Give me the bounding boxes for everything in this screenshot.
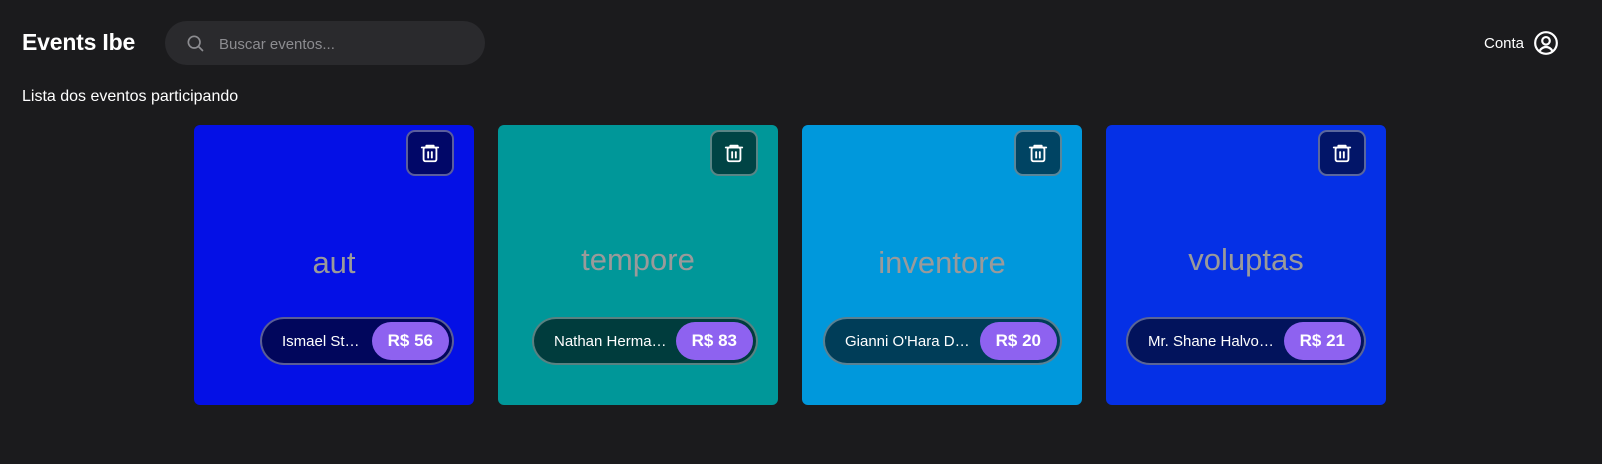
trash-icon	[420, 144, 440, 163]
organizer-name: Gianni O'Hara DVM	[845, 332, 971, 350]
organizer-name: Ismael Stehr	[282, 332, 363, 350]
event-card[interactable]: tempore Nathan Hermann R$ 83	[498, 125, 778, 405]
event-card[interactable]: aut Ismael Stehr R$ 56	[194, 125, 474, 405]
user-circle-icon	[1534, 31, 1558, 55]
event-title: tempore	[581, 242, 695, 277]
organizer-name: Mr. Shane Halvor...	[1148, 332, 1275, 350]
price-badge: R$ 83	[675, 322, 753, 360]
trash-icon	[1028, 144, 1048, 163]
event-organizer-pill: Mr. Shane Halvor... R$ 21	[1126, 317, 1366, 365]
account-button[interactable]: Conta	[1484, 30, 1559, 56]
delete-event-button[interactable]	[406, 130, 454, 176]
delete-event-button[interactable]	[1014, 130, 1062, 176]
account-label: Conta	[1484, 34, 1525, 52]
trash-icon	[1332, 144, 1352, 163]
organizer-name: Nathan Hermann	[554, 332, 667, 350]
price-badge: R$ 21	[1283, 322, 1361, 360]
event-card-list: aut Ismael Stehr R$ 56 tempore Nathan He…	[194, 125, 1386, 405]
event-title: aut	[312, 245, 356, 280]
price-badge: R$ 20	[979, 322, 1057, 360]
page-subtitle: Lista dos eventos participando	[22, 88, 239, 105]
event-organizer-pill: Nathan Hermann R$ 83	[532, 317, 758, 365]
event-organizer-pill: Gianni O'Hara DVM R$ 20	[823, 317, 1062, 365]
event-organizer-pill: Ismael Stehr R$ 56	[260, 317, 454, 365]
top-bar: Events Ibe Conta	[0, 0, 1602, 86]
search-input[interactable]	[217, 21, 471, 67]
event-card[interactable]: inventore Gianni O'Hara DVM R$ 20	[802, 125, 1082, 405]
search-icon	[187, 35, 204, 52]
delete-event-button[interactable]	[1318, 130, 1366, 176]
trash-icon	[724, 144, 744, 163]
app-title[interactable]: Events Ibe	[22, 26, 135, 58]
search-bar[interactable]	[165, 21, 485, 67]
price-badge: R$ 56	[371, 322, 449, 360]
delete-event-button[interactable]	[710, 130, 758, 176]
event-card[interactable]: voluptas Mr. Shane Halvor... R$ 21	[1106, 125, 1386, 405]
event-title: inventore	[878, 245, 1006, 280]
event-title: voluptas	[1188, 242, 1304, 277]
